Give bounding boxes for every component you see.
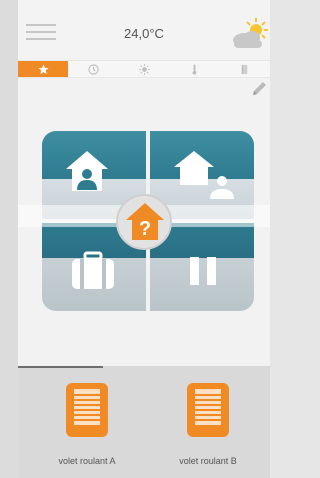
mode-unknown-button[interactable]: ?	[116, 194, 172, 250]
tab-book[interactable]	[220, 61, 270, 77]
tab-favorites[interactable]	[18, 61, 69, 77]
house-question-icon: ?	[126, 203, 164, 240]
pencil-edit-icon[interactable]	[250, 80, 268, 98]
house-person-icon	[66, 151, 108, 191]
roller-shutter-icon	[66, 383, 108, 437]
device-label: volet roulant B	[179, 456, 237, 466]
clock-icon	[88, 63, 99, 75]
sun-icon	[138, 63, 150, 75]
star-icon	[38, 63, 49, 74]
suitcase-icon	[72, 251, 114, 289]
house-person-away-icon	[174, 151, 234, 199]
question-mark: ?	[139, 218, 151, 240]
header: 24,0°C	[18, 0, 270, 58]
roller-shutter-icon	[187, 383, 229, 437]
device-panel: volet roulant A volet roulant B	[18, 366, 270, 478]
device-volet-roulant-a[interactable]: volet roulant A	[37, 383, 137, 473]
tab-sun[interactable]	[119, 61, 169, 77]
thermometer-icon	[192, 63, 197, 75]
panel-divider	[18, 366, 103, 368]
tab-temperature[interactable]	[169, 61, 219, 77]
partly-sunny-icon	[233, 18, 268, 48]
device-volet-roulant-b[interactable]: volet roulant B	[158, 383, 258, 473]
book-icon	[242, 64, 248, 74]
device-label: volet roulant A	[58, 456, 116, 466]
side-rail	[0, 0, 18, 478]
pause-icon	[190, 257, 216, 285]
tab-schedule[interactable]	[68, 61, 118, 77]
app-screen: 24,0°C ? volet roulant A volet roulant B	[18, 0, 270, 478]
tab-bar	[18, 60, 270, 78]
